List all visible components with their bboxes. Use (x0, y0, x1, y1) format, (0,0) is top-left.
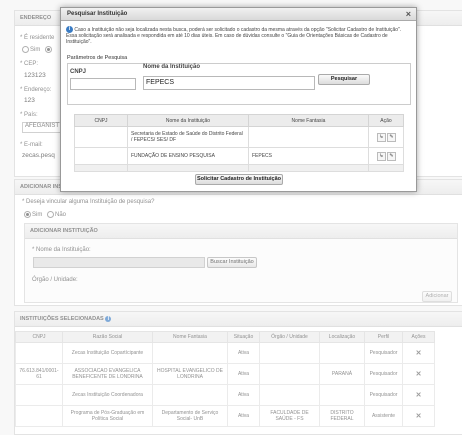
select-icon[interactable]: ↳ (377, 151, 386, 161)
params-label: Parâmetros de Pesquisa (67, 55, 128, 61)
nome-instituicao-modal-label: Nome da Instituição (143, 64, 201, 70)
cnpj-input[interactable] (70, 78, 136, 90)
cell-acao: ↳ ✎ (368, 126, 404, 148)
select-icon[interactable]: ↳ (377, 132, 386, 142)
col-cnpj: CNPJ (74, 114, 128, 127)
col-nome-instituicao: Nome da Instituição (127, 114, 249, 127)
cell-empty (74, 164, 128, 172)
modal-info-text: Caso a Instituição não seja localizada n… (66, 26, 402, 46)
cell-acao: ↳ ✎ (368, 147, 404, 165)
table-row[interactable]: Secretaria de Estado de Saúde do Distrit… (74, 126, 404, 148)
cnpj-label: CNPJ (70, 69, 87, 75)
modal-info: i Caso a Instituição não seja localizada… (66, 26, 408, 46)
cell-fantasia: FEPECS (248, 147, 369, 165)
cell-empty (127, 164, 249, 172)
col-acao: Ação (368, 114, 404, 127)
cell-cnpj (74, 126, 128, 148)
edit-icon[interactable]: ✎ (387, 151, 396, 161)
col-nome-fantasia: Nome Fantasia (248, 114, 369, 127)
results-table: CNPJ Nome da Instituição Nome Fantasia A… (74, 114, 404, 172)
edit-icon[interactable]: ✎ (387, 132, 396, 142)
pesquisar-button[interactable]: Pesquisar (318, 74, 370, 85)
cell-empty (368, 164, 404, 172)
cell-fantasia (248, 126, 369, 148)
modal-title: Pesquisar Instituição (61, 8, 416, 21)
table-row[interactable]: FUNDAÇÃO DE ENSINO PESQUISA FEPECS ↳ ✎ (74, 147, 404, 165)
cell-nome: FUNDAÇÃO DE ENSINO PESQUISA (127, 147, 249, 165)
info-icon: i (66, 26, 73, 33)
cell-nome: Secretaria de Estado de Saúde do Distrit… (127, 126, 249, 148)
nome-instituicao-modal-value: FEPECS (146, 79, 175, 86)
nome-instituicao-modal-input[interactable]: FEPECS (143, 76, 315, 90)
cell-cnpj (74, 147, 128, 165)
pesquisar-instituicao-modal: Pesquisar Instituição × i Caso a Institu… (60, 7, 417, 192)
table-row-empty (74, 164, 404, 172)
cell-empty (248, 164, 369, 172)
solicitar-cadastro-button[interactable]: Solicitar Cadastro de Instituição (195, 174, 283, 185)
close-icon[interactable]: × (406, 9, 411, 19)
